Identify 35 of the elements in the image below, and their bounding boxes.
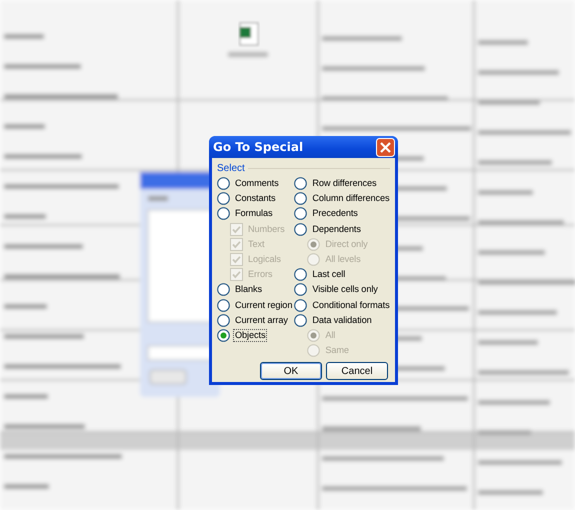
radio-option[interactable]: Blanks bbox=[217, 282, 294, 298]
radio-option[interactable]: Row differences bbox=[294, 176, 392, 192]
radio-button[interactable] bbox=[294, 222, 308, 236]
radio-button[interactable] bbox=[294, 192, 308, 206]
radio-button[interactable] bbox=[217, 283, 230, 296]
radio-option[interactable]: Column differences bbox=[294, 191, 392, 206]
radio-option[interactable]: Formulas bbox=[217, 206, 294, 222]
radio-option[interactable]: Current region bbox=[217, 298, 294, 313]
radio-button[interactable] bbox=[217, 328, 230, 342]
radio-button[interactable] bbox=[294, 268, 308, 282]
radio-button[interactable] bbox=[294, 283, 308, 296]
radio-option[interactable]: Data validation bbox=[294, 312, 392, 328]
window-title: Go To Special bbox=[213, 140, 304, 154]
radio-option[interactable]: Last cell bbox=[294, 267, 392, 282]
radio-option[interactable]: Dependents bbox=[294, 222, 392, 237]
radio-button[interactable] bbox=[217, 177, 230, 190]
radio-button[interactable] bbox=[294, 314, 308, 327]
radio-button[interactable] bbox=[294, 177, 308, 190]
radio-option[interactable]: Comments bbox=[217, 176, 294, 192]
radio-option[interactable]: Constants bbox=[217, 191, 294, 206]
radio-button[interactable] bbox=[217, 314, 230, 327]
radio-button[interactable] bbox=[217, 192, 230, 206]
radio-button[interactable] bbox=[217, 298, 230, 312]
radio-button[interactable] bbox=[294, 207, 308, 220]
group-label: Select bbox=[217, 163, 245, 174]
radio-button[interactable] bbox=[217, 207, 230, 220]
radio-button[interactable] bbox=[294, 298, 308, 312]
radio-option[interactable]: Current array bbox=[217, 312, 294, 328]
cancel-button[interactable]: Cancel bbox=[326, 362, 388, 380]
radio-option[interactable]: Visible cells only bbox=[294, 282, 392, 298]
close-icon[interactable] bbox=[376, 138, 395, 156]
radio-option[interactable]: Objects bbox=[217, 328, 294, 344]
ok-button[interactable]: OK bbox=[260, 362, 322, 380]
radio-option[interactable]: Precedents bbox=[294, 206, 392, 222]
radio-option[interactable]: Conditional formats bbox=[294, 298, 392, 313]
